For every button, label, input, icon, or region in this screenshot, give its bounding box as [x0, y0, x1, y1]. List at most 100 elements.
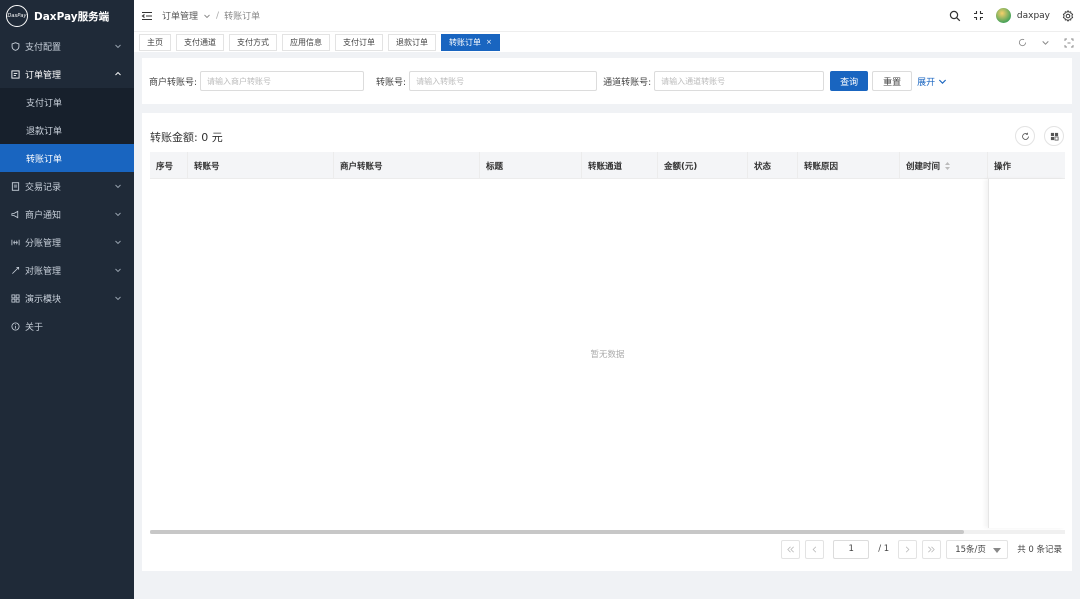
breadcrumb-separator: /	[216, 10, 220, 21]
sidebar-item-label: 退款订单	[26, 126, 63, 137]
megaphone-icon	[10, 209, 20, 219]
scrollbar-thumb[interactable]	[150, 530, 964, 534]
chevron-down-icon	[938, 77, 947, 86]
table-header: 序号 转账号 商户转账号 标题 转账通道 金额(元) 状态 转账原因 创建时间 …	[150, 152, 1065, 179]
sidebar-item-transaction-records[interactable]: 交易记录	[0, 172, 134, 200]
tab-label: 支付订单	[343, 37, 375, 47]
tab-label: 支付方式	[237, 37, 269, 47]
pagination: 1 / 1 15条/页 共 0 条记录	[781, 539, 1062, 559]
tab-pay-method[interactable]: 支付方式	[229, 33, 277, 51]
placeholder-text: 请输入通道转账号	[661, 76, 726, 86]
column-header: 商户转账号	[334, 152, 480, 179]
sidebar-item-refund-orders[interactable]: 退款订单	[0, 116, 134, 144]
created-time-column-header[interactable]: 创建时间	[900, 152, 988, 179]
logo[interactable]: DaxPay DaxPay服务端	[0, 0, 134, 32]
sidebar-item-split-management[interactable]: 分账管理	[0, 228, 134, 256]
sidebar-item-label: 交易记录	[25, 182, 62, 193]
reconcile-icon	[10, 265, 20, 275]
chevron-down-icon[interactable]	[1041, 38, 1050, 47]
page-number-input[interactable]: 1	[833, 539, 870, 559]
expand-button[interactable]: 展开	[917, 75, 947, 88]
reload-icon[interactable]	[1018, 38, 1027, 47]
sidebar-item-label: 关于	[25, 322, 44, 333]
fullscreen-tab-icon[interactable]	[1064, 38, 1074, 48]
prev-page-button[interactable]	[805, 539, 825, 559]
sidebar-item-label: 对账管理	[25, 266, 62, 277]
column-header: 操作	[994, 161, 1012, 172]
chevron-down-icon	[114, 238, 122, 246]
page-size-select[interactable]: 15条/页	[946, 539, 1009, 559]
tab-label: 应用信息	[290, 37, 322, 47]
column-settings-button[interactable]	[1044, 126, 1064, 146]
sidebar-item-pay-orders[interactable]: 支付订单	[0, 88, 134, 116]
page-size-value: 15条/页	[955, 545, 986, 555]
username[interactable]: daxpay	[1017, 11, 1050, 21]
order-submenu: 支付订单 退款订单 转账订单	[0, 88, 134, 172]
tab-refund-orders[interactable]: 退款订单	[388, 33, 436, 51]
fullscreen-icon[interactable]	[973, 10, 984, 21]
search-icon[interactable]	[949, 10, 961, 22]
gear-icon[interactable]	[1062, 9, 1074, 22]
placeholder-text: 请输入商户转账号	[207, 76, 272, 86]
refresh-icon	[1021, 132, 1030, 141]
tab-tools	[1018, 32, 1074, 53]
sidebar-item-merchant-notify[interactable]: 商户通知	[0, 200, 134, 228]
total-records: 共 0 条记录	[1017, 545, 1062, 555]
first-page-button[interactable]	[781, 539, 801, 559]
shield-icon	[10, 41, 20, 51]
column-header: 标题	[480, 152, 582, 179]
sidebar-item-label: 转账订单	[26, 154, 63, 165]
column-header: 转账通道	[582, 152, 658, 179]
column-header: 金额(元)	[658, 152, 748, 179]
refresh-button[interactable]	[1015, 126, 1035, 146]
query-button[interactable]: 查询	[830, 71, 869, 91]
next-page-button[interactable]	[898, 539, 918, 559]
breadcrumb: 订单管理 / 转账订单	[162, 9, 260, 23]
placeholder-text: 请输入转账号	[416, 76, 465, 86]
sidebar-item-payment-config[interactable]: 支付配置	[0, 32, 134, 60]
transfer-orders-table: 序号 转账号 商户转账号 标题 转账通道 金额(元) 状态 转账原因 创建时间 …	[150, 152, 1065, 534]
column-header: 序号	[150, 152, 188, 179]
tab-bar: 主页 支付通道 支付方式 应用信息 支付订单 退款订单 转账订单 ×	[134, 31, 1080, 52]
reset-button[interactable]: 重置	[872, 71, 913, 91]
menu-fold-icon[interactable]	[141, 10, 153, 22]
app-title: DaxPay服务端	[34, 10, 110, 23]
sidebar-item-transfer-orders[interactable]: 转账订单	[0, 144, 134, 172]
tab-pay-orders[interactable]: 支付订单	[335, 33, 383, 51]
chevron-down-icon	[114, 42, 122, 50]
column-header: 状态	[748, 152, 798, 179]
column-header: 转账原因	[798, 152, 900, 179]
sidebar-item-order-management[interactable]: 订单管理	[0, 60, 134, 88]
transfer-no-input[interactable]: 请输入转账号	[409, 71, 598, 91]
column-header: 转账号	[188, 152, 334, 179]
tab-transfer-orders[interactable]: 转账订单 ×	[441, 33, 500, 51]
layout-icon	[1050, 132, 1059, 141]
sidebar-item-about[interactable]: 关于	[0, 312, 134, 340]
tab-pay-channel[interactable]: 支付通道	[176, 33, 224, 51]
total-pages: / 1	[878, 544, 890, 554]
chevron-up-icon	[114, 70, 122, 78]
sidebar: DaxPay DaxPay服务端 支付配置 订单管理 支付订单 退款订单 转账订…	[0, 0, 134, 599]
merchant-transfer-no-input[interactable]: 请输入商户转账号	[200, 71, 365, 91]
logo-mark: DaxPay	[6, 5, 28, 27]
channel-transfer-no-input[interactable]: 请输入通道转账号	[654, 71, 825, 91]
fixed-action-column	[988, 179, 1065, 528]
sidebar-item-reconcile-management[interactable]: 对账管理	[0, 256, 134, 284]
avatar[interactable]	[995, 8, 1011, 23]
chevron-down-icon	[114, 182, 122, 190]
close-icon[interactable]: ×	[486, 38, 492, 46]
sidebar-item-demo-module[interactable]: 演示模块	[0, 284, 134, 312]
sort-icon[interactable]	[944, 161, 951, 171]
horizontal-scrollbar[interactable]	[150, 530, 1065, 534]
tab-label: 退款订单	[396, 37, 428, 47]
tab-app-info[interactable]: 应用信息	[282, 33, 330, 51]
tab-home[interactable]: 主页	[139, 33, 171, 51]
sidebar-item-label: 演示模块	[25, 294, 62, 305]
sidebar-item-label: 订单管理	[25, 70, 62, 81]
tab-label: 支付通道	[184, 37, 216, 47]
transfer-amount-summary: 转账金额: 0 元	[150, 131, 223, 144]
last-page-button[interactable]	[922, 539, 942, 559]
chevron-down-icon	[114, 266, 122, 274]
breadcrumb-item[interactable]: 订单管理	[162, 9, 198, 22]
order-icon	[10, 69, 20, 79]
